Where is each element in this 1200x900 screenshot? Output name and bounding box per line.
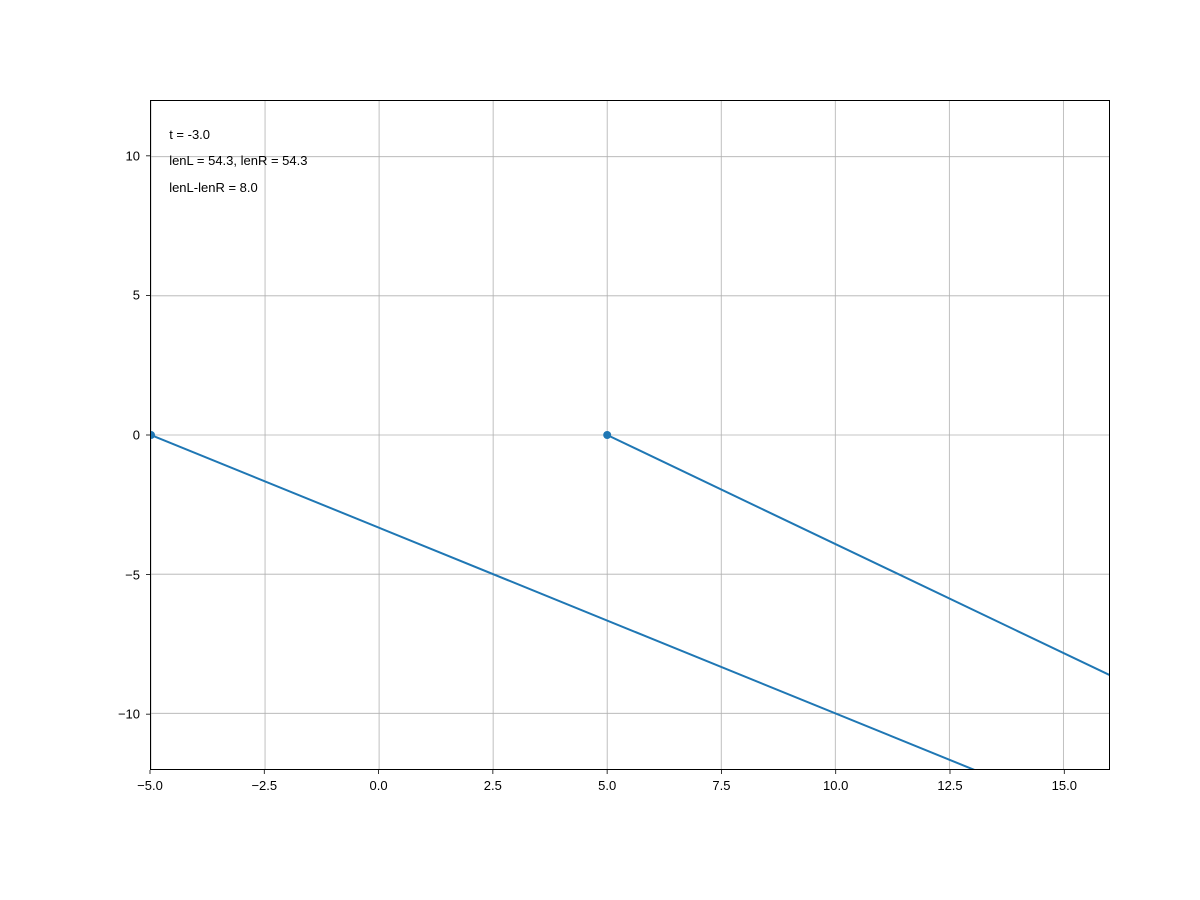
annotation-text: lenL = 54.3, lenR = 54.3 bbox=[169, 153, 307, 168]
x-tick-label: 15.0 bbox=[1052, 778, 1077, 793]
y-tick-label: −5 bbox=[100, 567, 140, 582]
plot-area bbox=[150, 100, 1110, 770]
x-tick-label: 10.0 bbox=[823, 778, 848, 793]
x-tick-label: 2.5 bbox=[484, 778, 502, 793]
series-lineR bbox=[607, 435, 1109, 769]
series-lineL bbox=[151, 435, 1109, 769]
x-tick-label: −5.0 bbox=[137, 778, 163, 793]
y-tick-label: −10 bbox=[100, 707, 140, 722]
y-tick-label: 0 bbox=[100, 428, 140, 443]
marker-point bbox=[603, 431, 611, 439]
x-tick-label: 5.0 bbox=[598, 778, 616, 793]
chart-svg bbox=[151, 101, 1109, 769]
y-tick-label: 10 bbox=[100, 148, 140, 163]
x-tick-label: 12.5 bbox=[937, 778, 962, 793]
x-tick-label: 0.0 bbox=[370, 778, 388, 793]
x-tick-label: −2.5 bbox=[251, 778, 277, 793]
annotation-text: t = -3.0 bbox=[169, 127, 210, 142]
annotation-text: lenL-lenR = 8.0 bbox=[169, 180, 258, 195]
x-tick-label: 7.5 bbox=[712, 778, 730, 793]
y-tick-label: 5 bbox=[100, 288, 140, 303]
marker-point bbox=[151, 431, 155, 439]
